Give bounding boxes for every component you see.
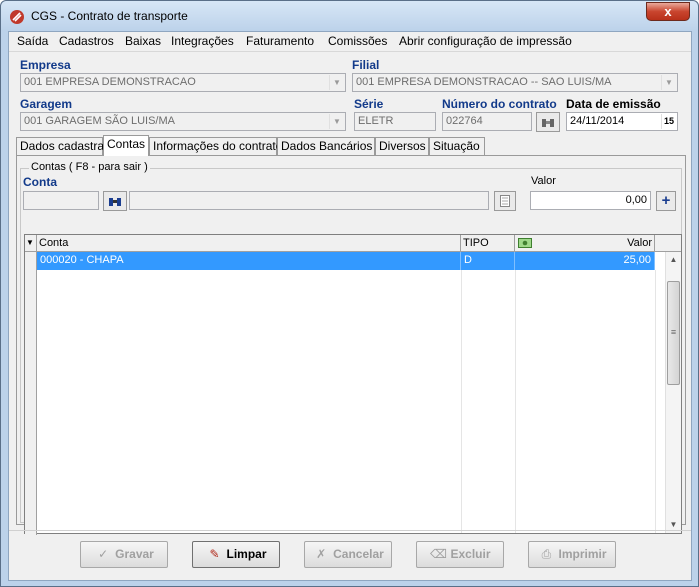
tab-situacao[interactable]: Situação: [429, 137, 485, 155]
tab-dados-bancarios[interactable]: Dados Bancários: [277, 137, 375, 155]
valor-field[interactable]: 0,00: [530, 191, 651, 210]
filial-select[interactable]: 001 EMPRESA DEMONSTRACAO -- SAO LUIS/MA …: [352, 73, 678, 92]
close-button[interactable]: x: [646, 2, 690, 21]
menu-saida[interactable]: Saída: [17, 34, 48, 48]
empresa-value: 001 EMPRESA DEMONSTRACAO: [24, 76, 196, 88]
cancelar-label: Cancelar: [333, 547, 384, 561]
menu-abrir-configuracao[interactable]: Abrir configuração de impressão: [399, 34, 572, 48]
data-emissao-label: Data de emissão: [566, 97, 661, 111]
notes-button[interactable]: [494, 191, 516, 211]
gravar-label: Gravar: [115, 547, 154, 561]
cell-valor[interactable]: 25,00: [515, 252, 655, 270]
title-bar[interactable]: CGS - Contrato de transporte x: [1, 1, 698, 31]
search-contract-button[interactable]: [536, 112, 560, 132]
limpar-button[interactable]: ✎ Limpar: [192, 541, 280, 568]
conta-label: Conta: [23, 175, 57, 189]
search-conta-button[interactable]: [103, 191, 127, 211]
conta-description-field: [129, 191, 489, 210]
chevron-down-icon[interactable]: ▼: [329, 75, 344, 90]
main-window: CGS - Contrato de transporte x Saída Cad…: [0, 0, 699, 587]
garagem-value: 001 GARAGEM SÃO LUIS/MA: [24, 115, 175, 127]
binoculars-icon: [109, 198, 121, 206]
tab-contas[interactable]: Contas: [103, 135, 149, 156]
conta-code-field[interactable]: [23, 191, 99, 210]
contas-panel: Contas ( F8 - para sair ) Conta Valor 0,…: [16, 155, 686, 535]
menu-baixas[interactable]: Baixas: [125, 34, 161, 48]
data-emissao-field[interactable]: 24/11/2014 15: [566, 112, 678, 131]
contas-groupbox: Contas ( F8 - para sair ) Conta Valor 0,…: [20, 161, 682, 535]
column-header-valor-label: Valor: [627, 237, 652, 249]
client-area: Saída Cadastros Baixas Integrações Fatur…: [8, 31, 692, 581]
column-header-conta[interactable]: Conta: [37, 235, 461, 252]
menu-faturamento[interactable]: Faturamento: [246, 34, 314, 48]
filial-value: 001 EMPRESA DEMONSTRACAO -- SAO LUIS/MA: [356, 76, 612, 88]
column-divider: [515, 270, 516, 533]
filial-label: Filial: [352, 58, 380, 72]
empresa-select[interactable]: 001 EMPRESA DEMONSTRACAO ▼: [20, 73, 346, 92]
menu-cadastros[interactable]: Cadastros: [59, 34, 114, 48]
sort-arrow-icon[interactable]: ▼: [25, 235, 37, 252]
serie-label: Série: [354, 97, 384, 111]
cancel-icon: ✗: [316, 547, 327, 561]
contas-group-title: Contas ( F8 - para sair ): [29, 161, 150, 173]
contas-grid[interactable]: ▼ Conta TIPO Valor 000020 - CHAPA D 25,0…: [24, 234, 682, 535]
column-divider: [655, 270, 656, 533]
column-header-valor[interactable]: Valor: [515, 235, 655, 252]
calendar-icon[interactable]: 15: [661, 114, 676, 129]
grid-header: ▼ Conta TIPO Valor: [25, 235, 681, 252]
trash-icon: ⌫: [430, 547, 447, 561]
column-header-tipo[interactable]: TIPO: [461, 235, 515, 252]
binoculars-icon: [542, 119, 554, 127]
add-conta-button[interactable]: +: [656, 191, 676, 211]
tab-informacoes-contrato[interactable]: Informações do contrato: [149, 137, 282, 155]
app-logo-icon: [10, 10, 24, 24]
garagem-label: Garagem: [20, 97, 73, 111]
document-icon: [500, 195, 510, 207]
excluir-label: Excluir: [450, 547, 491, 561]
garagem-select[interactable]: 001 GARAGEM SÃO LUIS/MA ▼: [20, 112, 346, 131]
imprimir-label: Imprimir: [558, 547, 607, 561]
menu-comissoes[interactable]: Comissões: [328, 34, 387, 48]
button-bar: ✓ Gravar ✎ Limpar ✗ Cancelar ⌫ Excluir ⎙ Impr…: [9, 530, 691, 580]
chevron-down-icon[interactable]: ▼: [329, 114, 344, 129]
vertical-scrollbar[interactable]: ▲ ≡ ▼: [665, 252, 681, 533]
menu-integracoes[interactable]: Integrações: [171, 34, 234, 48]
imprimir-button[interactable]: ⎙ Imprimir: [528, 541, 616, 568]
gravar-button[interactable]: ✓ Gravar: [80, 541, 168, 568]
menu-bar: Saída Cadastros Baixas Integrações Fatur…: [9, 32, 691, 52]
cell-tipo[interactable]: D: [461, 252, 515, 270]
scroll-up-icon[interactable]: ▲: [666, 252, 681, 268]
cell-conta[interactable]: 000020 - CHAPA: [37, 252, 461, 270]
data-emissao-value: 24/11/2014: [570, 115, 625, 127]
chevron-down-icon[interactable]: ▼: [661, 75, 676, 90]
row-indicator-column: [25, 252, 37, 535]
serie-field[interactable]: ELETR: [354, 112, 436, 131]
checkmark-icon: ✓: [98, 547, 109, 561]
numero-contrato-label: Número do contrato: [442, 97, 557, 111]
tab-diversos[interactable]: Diversos: [375, 137, 429, 155]
numero-contrato-field[interactable]: 022764: [442, 112, 532, 131]
window-title: CGS - Contrato de transporte: [31, 9, 188, 23]
valor-label: Valor: [531, 175, 556, 187]
printer-icon: ⎙: [541, 547, 552, 561]
broom-icon: ✎: [209, 547, 220, 561]
excluir-button[interactable]: ⌫ Excluir: [416, 541, 504, 568]
column-divider: [461, 270, 462, 533]
table-row[interactable]: 000020 - CHAPA D 25,00: [25, 252, 655, 270]
tab-dados-cadastrais[interactable]: Dados cadastrais: [16, 137, 113, 155]
money-icon: [518, 238, 532, 248]
cancelar-button[interactable]: ✗ Cancelar: [304, 541, 392, 568]
scroll-thumb[interactable]: ≡: [667, 281, 680, 385]
limpar-label: Limpar: [226, 547, 267, 561]
empresa-label: Empresa: [20, 58, 71, 72]
